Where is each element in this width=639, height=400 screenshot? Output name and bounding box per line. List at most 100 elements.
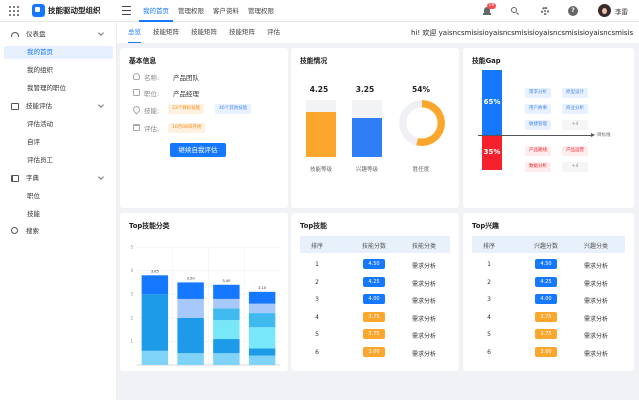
table-row-score: 4.50	[535, 259, 557, 269]
gap-tag-more[interactable]: +4	[562, 162, 588, 172]
bar-segment	[248, 313, 276, 328]
card-title: Top技能	[300, 222, 327, 230]
table-row-score: 4.25	[363, 276, 385, 287]
sidebar-group-label: 技能评估	[26, 102, 52, 110]
gap-tag[interactable]: 商业分析	[562, 104, 588, 114]
column-header: 排序	[310, 243, 323, 250]
book-icon	[11, 175, 19, 182]
gap-tag[interactable]: 产品路线	[525, 146, 551, 156]
table-row-rank: 4	[315, 313, 319, 321]
tab-skill-matrix-1[interactable]: 技能矩阵	[153, 22, 179, 43]
sidebar-item-self-eval[interactable]: 自评	[0, 136, 117, 149]
card-title: Top兴趣	[472, 222, 499, 230]
user-name[interactable]: 李雷	[615, 6, 628, 16]
top-nav-item-permissions[interactable]: 管理权限	[174, 0, 208, 22]
top-nav-item-home[interactable]: 我的首页	[139, 0, 173, 22]
skill-gap-negative-bar: 35%	[482, 135, 502, 170]
card-title: 技能Gap	[472, 57, 501, 65]
tab-skill-matrix-2[interactable]: 技能矩阵	[191, 22, 217, 43]
table-row-rank: 3	[315, 296, 319, 303]
sidebar-item-managed-positions[interactable]: 我管理的职位	[0, 82, 117, 95]
continue-self-eval-button[interactable]: 继续自我评估	[170, 143, 226, 157]
search-icon[interactable]	[510, 6, 520, 16]
table-row-rank: 2	[315, 278, 319, 286]
bar-segment	[213, 353, 240, 365]
axis-arrow-icon	[591, 133, 595, 137]
table-row-category: 需求分析	[411, 298, 436, 305]
bar-segment	[141, 350, 169, 365]
help-icon[interactable]: ?	[568, 6, 578, 16]
top-interests-card: Top兴趣 排序 兴趣分数 兴趣分类 1 4.50 需求分析 2 4.25 需求分析 3 4.00 需…	[463, 213, 634, 371]
skill-gap-card: 技能Gap 65% 35% 目标线 需求分析 原型设计 用户故事 商业分析 敏捷…	[463, 48, 634, 208]
user-icon	[133, 73, 140, 80]
top-nav: 我的首页 管理权限 客户资料 管理权限	[139, 0, 279, 22]
bar-segment	[141, 275, 169, 295]
top-nav-item-customers[interactable]: 客户资料	[209, 0, 243, 22]
sidebar-group-skill-eval[interactable]: 技能评估	[0, 100, 117, 113]
gear-icon[interactable]	[540, 6, 550, 16]
target-line	[478, 135, 593, 136]
tab-skill-matrix-3[interactable]: 技能矩阵	[229, 22, 255, 43]
app-name: 技能驱动型组织	[48, 6, 101, 15]
bar-segment	[177, 317, 204, 354]
table-row-category: 需求分析	[583, 333, 608, 340]
notification-bell-icon[interactable]: 18	[482, 3, 496, 16]
sub-tab-bar: 总览 技能矩阵 技能矩阵 技能矩阵 评估 hi! 欢迎 yaisncsmisis…	[117, 22, 639, 43]
table-row-rank: 6	[487, 348, 491, 356]
menu-toggle-icon[interactable]	[122, 6, 131, 16]
sidebar-search-label: 搜索	[26, 227, 39, 235]
table-row-category: 需求分析	[583, 298, 608, 305]
positive-gap-value: 65%	[483, 98, 501, 106]
app-grid-icon[interactable]	[9, 6, 19, 16]
sidebar-group-dashboard[interactable]: 仪表盘	[0, 28, 117, 41]
column-header: 兴趣分数	[533, 243, 558, 250]
sidebar-item-skills[interactable]: 技能	[0, 208, 117, 221]
sidebar-item-search[interactable]: 搜索	[0, 225, 117, 238]
table-row-rank: 1	[315, 261, 319, 268]
top-category-card: Top技能分类 1 2 3 4 5 3.85 3.50 3.40 3.10	[120, 213, 288, 371]
sidebar-item-my-org[interactable]: 我的组织	[0, 64, 117, 77]
skill-icon	[131, 104, 142, 115]
chevron-down-icon	[98, 174, 104, 180]
sidebar-item-positions[interactable]: 职位	[0, 190, 117, 203]
dashboard-icon	[11, 32, 19, 37]
bar-segment	[248, 291, 276, 304]
gap-tag[interactable]: 产品运营	[562, 146, 588, 156]
gap-tag-more[interactable]: +4	[562, 120, 588, 130]
sidebar-item-eval-activities[interactable]: 评估活动	[0, 118, 117, 131]
bar-segment	[213, 298, 240, 309]
position-value: 产品经理	[173, 90, 199, 98]
top-bar: 技能驱动型组织 我的首页 管理权限 客户资料 管理权限 18 ? 李雷	[0, 0, 639, 22]
interest-level-value: 3.25	[355, 85, 375, 94]
table-row-category: 需求分析	[583, 280, 608, 288]
sidebar-group-label: 仪表盘	[26, 30, 46, 38]
table-row-score: 3.75	[535, 311, 557, 322]
gap-tag[interactable]: 数据分析	[525, 162, 551, 172]
tab-overview[interactable]: 总览	[128, 22, 141, 43]
bar-data-label: 3.85	[151, 269, 159, 273]
column-header: 技能分数	[361, 243, 386, 250]
sidebar-item-home[interactable]: 我的首页	[4, 46, 113, 59]
table-row-category: 需求分析	[411, 333, 436, 340]
y-tick-label: 5	[130, 245, 133, 250]
tab-evaluation[interactable]: 评估	[267, 22, 280, 43]
gap-tag[interactable]: 敏捷管理	[525, 120, 551, 130]
name-value: 产品团队	[173, 74, 199, 82]
position-label: 职位:	[144, 90, 160, 98]
sidebar-group-dictionary[interactable]: 字典	[0, 172, 117, 185]
chevron-down-icon	[98, 102, 104, 108]
target-skills-tag[interactable]: 23个目标技能	[168, 104, 205, 114]
top-nav-item-permissions-2[interactable]: 管理权限	[244, 0, 278, 22]
competency-caption: 胜任度	[412, 167, 430, 173]
bar-segment	[141, 294, 169, 351]
avatar[interactable]	[598, 4, 611, 17]
sub-tabs: 总览 技能矩阵 技能矩阵 技能矩阵 评估	[128, 22, 292, 43]
table-row-score: 3.75	[535, 329, 557, 339]
other-skills-tag[interactable]: 46个其他技能	[215, 104, 252, 114]
table-row-category: 需求分析	[583, 315, 608, 323]
gap-tag[interactable]: 需求分析	[525, 88, 551, 98]
bar-segment	[177, 353, 204, 365]
sidebar-item-eval-employees[interactable]: 评估员工	[0, 154, 117, 167]
gap-tag[interactable]: 原型设计	[562, 88, 588, 98]
gap-tag[interactable]: 用户故事	[525, 104, 551, 114]
